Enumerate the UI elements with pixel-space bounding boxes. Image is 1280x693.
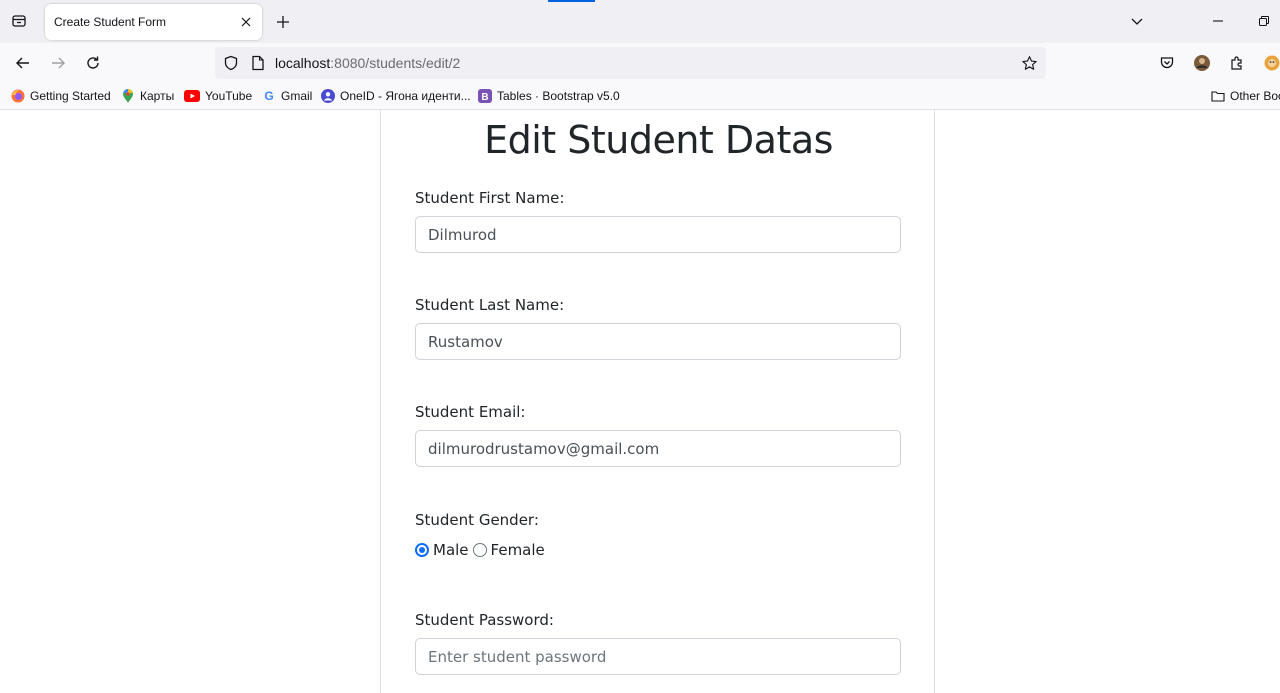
bookmark-maps[interactable]: Карты bbox=[121, 87, 174, 105]
bookmark-label: OneID - Ягона иденти... bbox=[340, 89, 471, 103]
google-icon: G bbox=[264, 89, 274, 103]
page-content: Edit Student Datas Student First Name: S… bbox=[0, 110, 1280, 693]
other-bookmarks-label: Other Boo bbox=[1230, 89, 1280, 103]
tab-title: Create Student Form bbox=[54, 15, 167, 29]
firefox-view-icon bbox=[12, 15, 26, 27]
extensions-button[interactable] bbox=[1225, 51, 1249, 75]
forward-button[interactable] bbox=[44, 49, 72, 77]
restore-icon bbox=[1259, 16, 1269, 26]
bookmark-gmail[interactable]: G Gmail bbox=[262, 87, 312, 105]
folder-icon bbox=[1211, 89, 1225, 103]
pocket-icon bbox=[1160, 57, 1174, 69]
bookmark-getting-started[interactable]: Getting Started bbox=[11, 87, 111, 105]
list-all-tabs-button[interactable] bbox=[1125, 9, 1149, 33]
star-icon bbox=[1021, 55, 1037, 70]
arrow-left-icon bbox=[16, 57, 29, 69]
firefox-icon bbox=[11, 89, 25, 103]
bookmark-label: Tables · Bootstrap v5.0 bbox=[497, 89, 620, 103]
page-title: Edit Student Datas bbox=[484, 118, 833, 162]
email-label: Student Email: bbox=[415, 403, 526, 421]
reload-button[interactable] bbox=[79, 49, 107, 77]
arrow-right-icon bbox=[52, 57, 65, 69]
bookmark-label: YouTube bbox=[205, 89, 253, 103]
bookmark-oneid[interactable]: OneID - Ягона иденти... bbox=[321, 87, 471, 105]
close-icon bbox=[241, 17, 251, 27]
youtube-icon bbox=[184, 89, 200, 103]
gender-female-label[interactable]: Female bbox=[491, 541, 545, 559]
avatar bbox=[1194, 55, 1210, 71]
url-host: localhost bbox=[275, 55, 331, 71]
navigation-bar: localhost:8080/students/edit/2 bbox=[0, 43, 1280, 83]
url-text[interactable]: localhost:8080/students/edit/2 bbox=[275, 55, 460, 71]
page-icon bbox=[252, 55, 264, 71]
bootstrap-icon: B bbox=[478, 89, 492, 103]
oneid-icon bbox=[321, 89, 335, 103]
url-path: :8080/students/edit/2 bbox=[330, 55, 461, 71]
bookmark-label: Getting Started bbox=[30, 89, 111, 103]
site-info-button[interactable] bbox=[248, 53, 268, 73]
account-button[interactable] bbox=[1190, 51, 1214, 75]
svg-text:B: B bbox=[481, 92, 488, 103]
password-input[interactable] bbox=[415, 638, 901, 675]
other-bookmarks[interactable]: Other Boo bbox=[1211, 87, 1280, 105]
minimize-icon bbox=[1213, 20, 1223, 22]
extension-icon bbox=[1264, 55, 1280, 71]
extension-button[interactable] bbox=[1260, 51, 1280, 75]
last-name-label: Student Last Name: bbox=[415, 296, 565, 314]
bookmark-bootstrap-tables[interactable]: B Tables · Bootstrap v5.0 bbox=[478, 87, 620, 105]
reload-icon bbox=[87, 56, 99, 69]
address-bar[interactable]: localhost:8080/students/edit/2 bbox=[215, 47, 1046, 79]
browser-tab[interactable]: Create Student Form bbox=[45, 4, 262, 40]
tab-accent-line bbox=[548, 0, 595, 2]
chevron-down-icon bbox=[1131, 18, 1143, 25]
minimize-button[interactable] bbox=[1206, 9, 1230, 33]
gender-male-radio[interactable] bbox=[415, 543, 429, 557]
shield-icon bbox=[224, 55, 238, 71]
bookmark-label: Карты bbox=[140, 89, 175, 103]
bookmark-star-button[interactable] bbox=[1018, 52, 1040, 74]
firefox-view-button[interactable] bbox=[6, 8, 32, 34]
tracking-protection-button[interactable] bbox=[221, 53, 241, 73]
plus-icon bbox=[277, 16, 289, 28]
gender-female-radio[interactable] bbox=[472, 543, 487, 557]
bookmark-label: Gmail bbox=[281, 89, 313, 103]
bookmark-youtube[interactable]: YouTube bbox=[184, 87, 252, 105]
last-name-input[interactable] bbox=[415, 323, 901, 360]
email-input[interactable] bbox=[415, 430, 901, 467]
maps-pin-icon bbox=[121, 89, 135, 103]
password-label: Student Password: bbox=[415, 611, 554, 629]
gender-radio-group: Male Female bbox=[415, 540, 545, 560]
edit-student-card: Edit Student Datas Student First Name: S… bbox=[380, 110, 935, 693]
tab-strip: Create Student Form bbox=[0, 0, 1280, 43]
tab-close-button[interactable] bbox=[236, 12, 256, 32]
browser-window: Create Student Form localhost:8080/stude… bbox=[0, 0, 1280, 693]
restore-button[interactable] bbox=[1252, 9, 1276, 33]
new-tab-button[interactable] bbox=[270, 9, 296, 35]
bookmarks-toolbar: Getting Started Карты YouTube G Gmail On… bbox=[0, 83, 1280, 110]
puzzle-icon bbox=[1231, 56, 1242, 70]
first-name-label: Student First Name: bbox=[415, 189, 565, 207]
pocket-button[interactable] bbox=[1155, 51, 1179, 75]
gender-label: Student Gender: bbox=[415, 511, 539, 529]
gender-male-label[interactable]: Male bbox=[433, 541, 469, 559]
first-name-input[interactable] bbox=[415, 216, 901, 253]
back-button[interactable] bbox=[9, 49, 37, 77]
